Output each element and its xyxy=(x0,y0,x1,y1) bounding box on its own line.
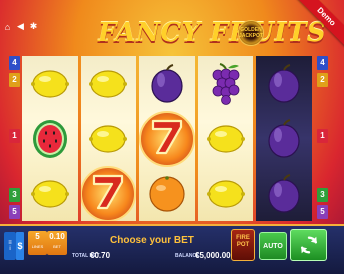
payline-indicators-left: 4 2 1 3 5 xyxy=(9,56,20,221)
payline-right-2: 2 xyxy=(317,73,328,87)
symbol-plum xyxy=(261,116,307,162)
symbol-plum xyxy=(261,171,307,217)
reel-5 xyxy=(256,56,312,221)
info-icon: i xyxy=(9,246,11,252)
symbol-lemon xyxy=(85,61,131,107)
payline-left-4: 4 xyxy=(9,56,20,70)
bet-selector[interactable]: 0.10 BET xyxy=(47,231,67,255)
menu-button[interactable]: ≡ i xyxy=(4,232,16,260)
lines-value: 5 xyxy=(35,232,40,241)
symbol-seven xyxy=(80,165,137,221)
lines-label: LINES xyxy=(31,244,44,249)
payline-left-1: 1 xyxy=(9,129,20,143)
reel-2 xyxy=(80,56,137,221)
firepot-button[interactable]: FIRE POT xyxy=(231,229,255,261)
symbol-lemon xyxy=(203,116,249,162)
spin-button[interactable] xyxy=(290,229,327,261)
currency-button[interactable]: $ xyxy=(16,232,24,260)
reel-4 xyxy=(197,56,254,221)
symbol-watermelon xyxy=(27,116,73,162)
payline-left-5: 5 xyxy=(9,205,20,219)
symbol-lemon xyxy=(27,61,73,107)
settings-icon[interactable]: ✱ xyxy=(29,21,38,31)
top-icon-bar: ⌂ ◀ ✱ xyxy=(3,21,38,32)
payline-left-3: 3 xyxy=(9,188,20,202)
firepot-label: FIRE POT xyxy=(236,235,250,248)
payline-left-2: 2 xyxy=(9,73,20,87)
symbol-orange xyxy=(144,171,190,217)
bet-value: 0.10 xyxy=(49,232,65,241)
symbol-lemon xyxy=(203,171,249,217)
autoplay-button[interactable]: AUTO xyxy=(259,232,287,260)
payline-right-4: 4 xyxy=(317,56,328,70)
payline-right-1: 1 xyxy=(317,129,328,143)
payline-right-3: 3 xyxy=(317,188,328,202)
volume-icon[interactable]: ◀ xyxy=(16,21,25,31)
bet-label: BET xyxy=(53,244,61,249)
symbol-plum xyxy=(144,61,190,107)
payline-right-5: 5 xyxy=(317,205,328,219)
lines-selector[interactable]: 5 LINES xyxy=(28,231,47,255)
control-bar: ≡ i $ 5 LINES 0.10 BET TOTAL BET €0.70 C… xyxy=(0,224,344,274)
symbol-lemon xyxy=(27,171,73,217)
game-title: FANCY FRUITS xyxy=(98,18,327,48)
reel-area xyxy=(22,56,312,221)
spin-arrows-icon xyxy=(300,236,317,254)
symbol-seven xyxy=(139,110,195,167)
reel-1 xyxy=(22,56,78,221)
payline-indicators-right: 4 2 1 3 5 xyxy=(317,56,328,221)
balance-value: €5,000.00 xyxy=(195,251,231,260)
symbol-grapes xyxy=(203,61,249,107)
symbol-lemon xyxy=(85,116,131,162)
jackpot-badge-text: GOLDEN JACKPOT xyxy=(239,27,263,39)
dollar-icon: $ xyxy=(17,241,23,251)
total-bet-value: €0.70 xyxy=(90,251,111,260)
status-message: Choose your BET xyxy=(110,235,194,246)
symbol-plum xyxy=(261,61,307,107)
jackpot-badge: GOLDEN JACKPOT xyxy=(238,20,264,46)
home-icon[interactable]: ⌂ xyxy=(3,22,12,32)
reel-3 xyxy=(139,56,195,221)
